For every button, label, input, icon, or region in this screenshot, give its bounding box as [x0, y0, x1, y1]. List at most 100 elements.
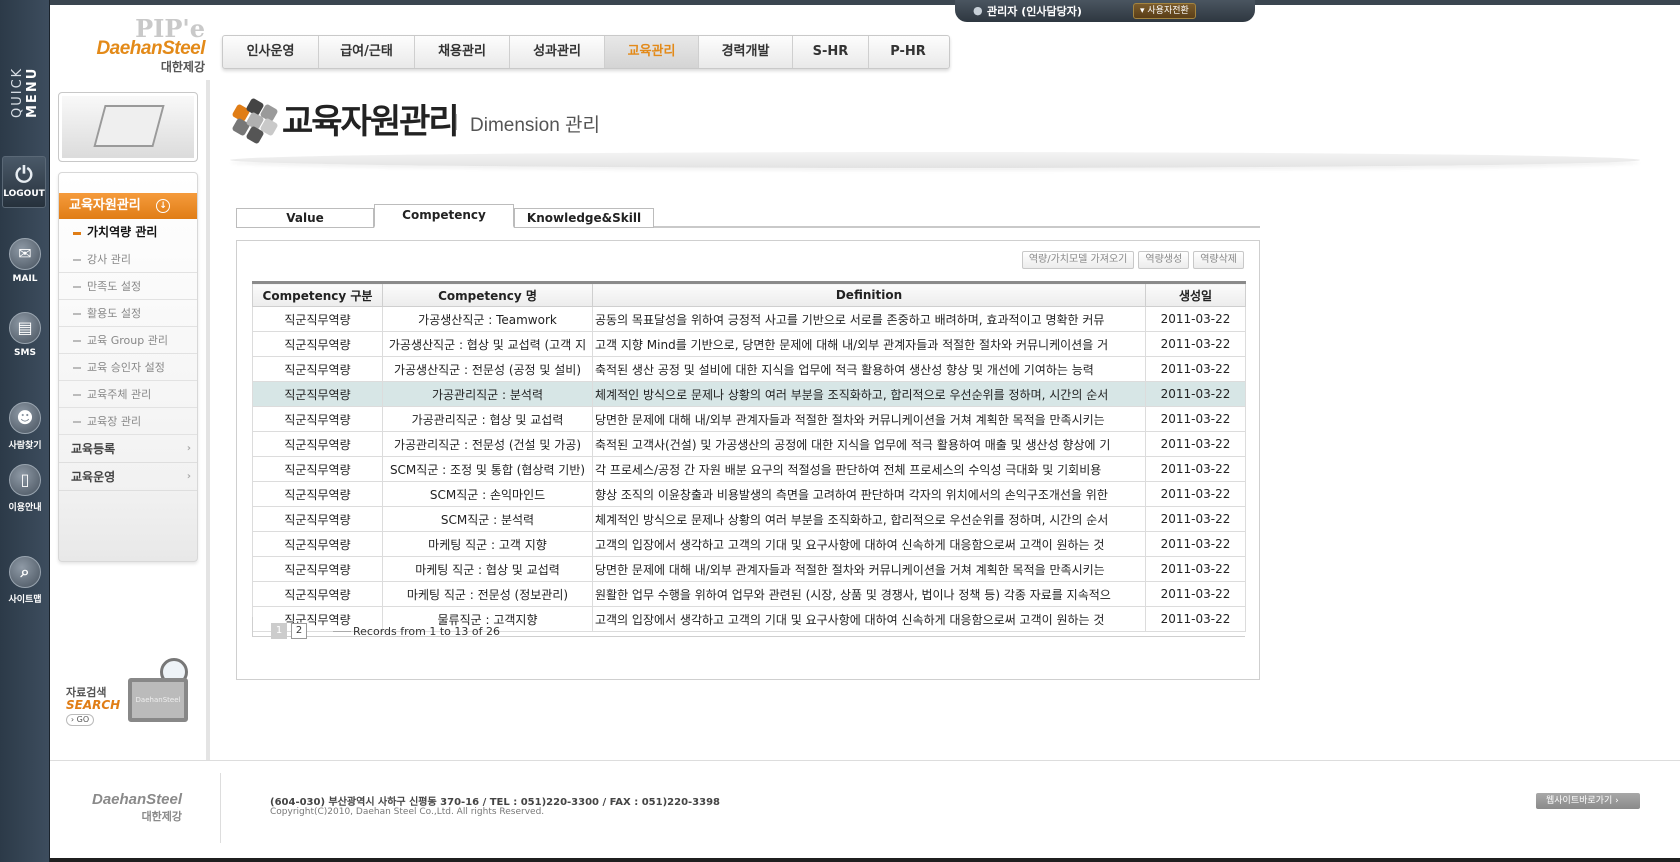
pagination: 1 2 Records from 1 to 13 of 26: [252, 617, 1245, 639]
competency-table: Competency 구분 Competency 명 Definition 생성…: [252, 281, 1246, 632]
sidebar-item-utilization[interactable]: 활용도 설정: [59, 300, 197, 327]
cell-date: 2011-03-22: [1145, 481, 1246, 507]
sidebar-item-subject[interactable]: 교육주체 관리: [59, 381, 197, 408]
logout-button[interactable]: ⏻ LOGOUT: [2, 156, 46, 208]
people-icon: ☻: [9, 402, 41, 434]
search-banner[interactable]: 자료검색 SEARCH › GO DaehanSteel: [58, 656, 198, 736]
footer-logo: DaehanSteel 대한제강: [92, 791, 183, 823]
table-row[interactable]: 직군직무역량 마케팅 직군 : 협상 및 교섭력 당면한 문제에 대해 내/외부 관…: [252, 556, 1246, 582]
delete-competency-button[interactable]: 역량삭제: [1193, 251, 1244, 269]
column-header-type[interactable]: Competency 구분: [252, 281, 383, 307]
column-header-date[interactable]: 생성일: [1145, 281, 1246, 307]
monitor-icon: DaehanSteel: [128, 678, 188, 722]
sidebar-item-group[interactable]: 교육 Group 관리: [59, 327, 197, 354]
cell-name: 가공생산직군 : 협상 및 교섭력 (고객 지: [382, 331, 593, 357]
tab-knowledge-skill[interactable]: Knowledge&Skill: [514, 208, 654, 228]
tab-value[interactable]: Value: [236, 208, 374, 228]
cell-type: 직군직무역량: [252, 456, 383, 482]
create-competency-button[interactable]: 역량생성: [1138, 251, 1190, 269]
website-link-button[interactable]: 웹사이트바로가기 ›: [1536, 793, 1640, 809]
sidebar-group-operation[interactable]: 교육운영 ›: [59, 463, 197, 491]
hexagon-logo-icon: [231, 97, 279, 145]
cell-type: 직군직무역량: [252, 556, 383, 582]
cell-definition: 고객의 입장에서 생각하고 고객의 기대 및 요구사항에 대하여 신속하게 대응…: [592, 531, 1146, 557]
sidebar-item-venue[interactable]: 교육장 관리: [59, 408, 197, 435]
search-go-button[interactable]: › GO: [66, 714, 94, 726]
table-row[interactable]: 직군직무역량 SCM직군 : 분석력 체계적인 방식으로 문제나 상황의 여러 부분…: [252, 506, 1246, 532]
cell-date: 2011-03-22: [1145, 331, 1246, 357]
sidebar-header[interactable]: 교육자원관리 ↓: [59, 193, 197, 219]
page-2[interactable]: 2: [291, 623, 307, 639]
sidebar-item-approver[interactable]: 교육 승인자 설정: [59, 354, 197, 381]
action-buttons: 역량/가치모델 가져오기 역량생성 역량삭제: [1021, 251, 1244, 269]
quick-guide-button[interactable]: ▯ 이용안내: [4, 464, 46, 516]
title-rule: [230, 152, 1640, 168]
gnb-item-shr[interactable]: S-HR: [793, 36, 869, 68]
cell-name: 가공관리직군 : 전문성 (건설 및 가공): [382, 431, 593, 457]
sidebar-group-registration[interactable]: 교육등록 ›: [59, 435, 197, 463]
table-row[interactable]: 직군직무역량 가공생산직군 : Teamwork 공동의 목표달성을 위하여 긍정적…: [252, 306, 1246, 332]
page-1[interactable]: 1: [271, 623, 287, 639]
chevron-down-icon: ↓: [156, 199, 170, 213]
gnb-item-hr[interactable]: 인사운영: [223, 36, 319, 68]
footer-copyright: Copyright(C)2010, Daehan Steel Co.,Ltd. …: [270, 807, 545, 817]
table-row[interactable]: 직군직무역량 가공생산직군 : 전문성 (공정 및 설비) 축적된 생산 공정 및 …: [252, 356, 1246, 382]
table-row[interactable]: 직군직무역량 가공관리직군 : 전문성 (건설 및 가공) 축적된 고객사(건설) …: [252, 431, 1246, 457]
cell-definition: 원활한 업무 수행을 위하여 업무와 관련된 (시장, 상품 및 경쟁사, 법이…: [592, 581, 1146, 607]
quick-menu-label: QUICK MENU: [10, 66, 40, 118]
table-row[interactable]: 직군직무역량 SCM직군 : 조정 및 통합 (협상력 기반) 각 프로세스/공정 …: [252, 456, 1246, 482]
global-nav: 인사운영 급여/근태 채용관리 성과관리 교육관리 경력개발 S-HR P-HR: [222, 35, 950, 69]
cell-name: 가공관리직군 : 협상 및 교섭력: [382, 406, 593, 432]
sidebar-banner-image: [58, 92, 198, 162]
table-row[interactable]: 직군직무역량 마케팅 직군 : 전문성 (정보관리) 원활한 업무 수행을 위하여 …: [252, 581, 1246, 607]
cell-date: 2011-03-22: [1145, 306, 1246, 332]
cell-date: 2011-03-22: [1145, 381, 1246, 407]
table-row[interactable]: 직군직무역량 가공관리직군 : 분석력 체계적인 방식으로 문제나 상황의 여러 부…: [252, 381, 1246, 407]
sidebar-item-instructor[interactable]: 강사 관리: [59, 246, 197, 273]
cell-name: SCM직군 : 분석력: [382, 506, 593, 532]
quick-mail-button[interactable]: ✉ MAIL: [4, 238, 46, 290]
cell-definition: 당면한 문제에 대해 내/외부 관계자들과 적절한 절차와 커뮤니케이션을 거쳐…: [592, 556, 1146, 582]
gnb-item-payroll[interactable]: 급여/근태: [319, 36, 415, 68]
logo[interactable]: PIP'e DaehanSteel 대한제강: [75, 14, 205, 74]
cell-date: 2011-03-22: [1145, 531, 1246, 557]
records-info: Records from 1 to 13 of 26: [353, 625, 500, 638]
competency-panel: 역량/가치모델 가져오기 역량생성 역량삭제 Competency 구분 Com…: [236, 240, 1260, 680]
sidebar: 교육자원관리 ↓ 가치역량 관리 강사 관리 만족도 설정 활용도 설정 교육 G…: [58, 92, 200, 562]
cell-date: 2011-03-22: [1145, 406, 1246, 432]
power-icon: ⏻: [15, 163, 33, 188]
sidebar-item-value-competency[interactable]: 가치역량 관리: [59, 219, 197, 246]
cell-name: 마케팅 직군 : 전문성 (정보관리): [382, 581, 593, 607]
tab-competency[interactable]: Competency: [374, 204, 514, 228]
gnb-item-recruit[interactable]: 채용관리: [415, 36, 510, 68]
sidebar-item-satisfaction[interactable]: 만족도 설정: [59, 273, 197, 300]
table-row[interactable]: 직군직무역량 가공관리직군 : 협상 및 교섭력 당면한 문제에 대해 내/외부 관…: [252, 406, 1246, 432]
page-title-bar: 교육자원관리 Dimension 관리: [231, 94, 1532, 145]
table-row[interactable]: 직군직무역량 SCM직군 : 손익마인드 향상 조직의 이윤창출과 비용발생의 측면…: [252, 481, 1246, 507]
gnb-item-career[interactable]: 경력개발: [699, 36, 793, 68]
cell-type: 직군직무역량: [252, 356, 383, 382]
table-row[interactable]: 직군직무역량 마케팅 직군 : 고객 지향 고객의 입장에서 생각하고 고객의 기대…: [252, 531, 1246, 557]
column-header-definition[interactable]: Definition: [592, 281, 1146, 307]
quick-people-button[interactable]: ☻ 사람찾기: [4, 402, 46, 454]
quick-sitemap-button[interactable]: ⌕ 사이트맵: [4, 556, 46, 608]
page-title: 교육자원관리: [282, 102, 460, 142]
footer: DaehanSteel 대한제강 (604-030) 부산광역시 사하구 신평동 …: [50, 760, 1680, 858]
sidebar-divider[interactable]: [206, 80, 210, 760]
chevron-right-icon: ›: [186, 443, 191, 454]
gnb-item-phr[interactable]: P-HR: [869, 36, 947, 68]
gnb-item-performance[interactable]: 성과관리: [510, 36, 605, 68]
cell-type: 직군직무역량: [252, 506, 383, 532]
cell-type: 직군직무역량: [252, 306, 383, 332]
switch-user-button[interactable]: ▾ 사용자전환: [1133, 3, 1196, 19]
column-header-name[interactable]: Competency 명: [382, 281, 593, 307]
table-row[interactable]: 직군직무역량 가공생산직군 : 협상 및 교섭력 (고객 지 고객 지향 Mind를…: [252, 331, 1246, 357]
main-frame: ● 관리자 (인사담당자) ▾ 사용자전환 PIP'e DaehanSteel …: [50, 0, 1680, 858]
cell-name: 마케팅 직군 : 협상 및 교섭력: [382, 556, 593, 582]
gnb-item-education[interactable]: 교육관리: [605, 36, 699, 68]
quick-sms-button[interactable]: ▤ SMS: [4, 312, 46, 364]
cell-name: SCM직군 : 손익마인드: [382, 481, 593, 507]
search-icon: ⌕: [9, 556, 41, 588]
import-model-button[interactable]: 역량/가치모델 가져오기: [1021, 251, 1135, 269]
cell-name: 가공관리직군 : 분석력: [382, 381, 593, 407]
